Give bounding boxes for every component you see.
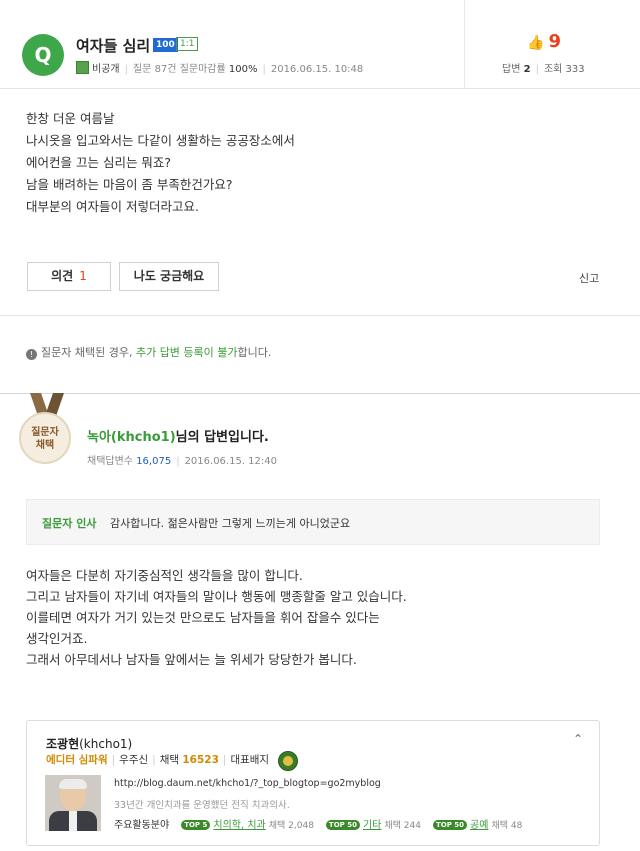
answer-line: 그래서 아무데서나 남자들 앞에서는 늘 위세가 당당한가 봅니다. (26, 652, 357, 667)
profile-fields: 주요활동분야 TOP 5 치의학, 치과 채택 2,048 TOP 50 기타 채택 244… (114, 820, 523, 831)
profile-rank: 우주신 (119, 754, 149, 766)
question-line: 한창 더운 여름날 (26, 111, 115, 126)
header-divider (464, 0, 465, 88)
adopted-count: 16,075 (136, 456, 172, 467)
closing-rate: 100% (228, 64, 258, 75)
level-badge: 100 (153, 38, 178, 52)
collapse-chevron-icon[interactable]: ⌃ (573, 732, 583, 746)
question-line: 남을 배려하는 마음이 좀 부족한건가요? (26, 177, 233, 192)
question-line: 대부분의 여자들이 저렇더라고요. (26, 199, 199, 214)
report-link[interactable]: 신고 (579, 270, 599, 286)
profile-name[interactable]: 조광현(khcho1) (46, 735, 132, 752)
answerer-name[interactable]: 녹아(khcho1) (87, 430, 176, 445)
profile-role: 에디터 심파워 (46, 754, 108, 766)
q-logo-icon: Q (22, 34, 64, 76)
answer-date: 2016.06.15. 12:40 (184, 456, 277, 467)
answer-title: 녹아(khcho1)님의 답변입니다. (87, 430, 269, 445)
top-badge: TOP 50 (432, 820, 468, 830)
views-count: 333 (565, 64, 585, 75)
answer-line: 여자들은 다분히 자기중심적인 생각들을 많이 합니다. (26, 568, 303, 583)
me-too-curious-button[interactable]: 나도 궁금해요 (119, 262, 219, 291)
thanks-label: 질문자 인사 (42, 517, 97, 530)
profile-adopt-count: 16523 (182, 754, 219, 766)
question-body: 한창 더운 여름날 나시옷을 입고와서는 다같이 생활하는 공공장소에서 에어컨… (26, 108, 295, 218)
top-badge: TOP 5 (181, 820, 211, 830)
views-label: 조회 (543, 64, 563, 75)
thumb-up-icon: 👍 (527, 35, 545, 51)
profile-description: 33년간 개인치과를 운영했던 전직 치과의사. (114, 800, 290, 811)
visibility-label: 비공개 (92, 64, 120, 75)
divider (0, 315, 640, 316)
question-line: 에어컨을 끄는 심리는 뭐죠? (26, 155, 172, 170)
question-meta: 비공개 | 질문 87건 질문마감률 100% | 2016.06.15. 10:48 (76, 60, 363, 75)
divider (0, 393, 640, 394)
private-icon (76, 61, 89, 74)
closing-rate-label: 질문마감률 (179, 64, 226, 75)
answer-line: 이를테면 여자가 거기 있는것 만으로도 남자들을 휘어 잡을수 있다는 (26, 610, 380, 625)
question-stats: 답변 2 | 조회 333 (502, 64, 585, 75)
answer-line: 그리고 남자들이 자기네 여자들의 말이나 행동에 맹종할줄 알고 있습니다. (26, 589, 407, 604)
thanks-text: 감사합니다. 젊은사람만 그렇게 느끼는게 아니었군요 (110, 517, 351, 530)
answer-line: 생각인거죠. (26, 631, 88, 646)
question-count: 질문 87건 (132, 64, 177, 75)
field-link[interactable]: 치의학, 치과 (213, 820, 265, 831)
question-title: 여자들 심리 (76, 37, 151, 55)
info-icon: ! (26, 349, 37, 360)
field-link[interactable]: 공예 (470, 820, 488, 831)
one-to-one-badge: 1:1 (176, 37, 199, 51)
opinion-count: 1 (79, 269, 87, 283)
opinion-label: 의견 (51, 269, 74, 283)
question-date: 2016.06.15. 10:48 (270, 64, 364, 75)
answer-meta: 채택답변수 16,075 | 2016.06.15. 12:40 (87, 456, 277, 467)
profile-info: 에디터 심파워 | 우주신 | 채택 16523 | 대표배지 (46, 754, 270, 766)
like-button[interactable]: 👍 9 (527, 31, 561, 52)
profile-blog-link[interactable]: http://blog.daum.net/khcho1/?_top_blogto… (114, 778, 381, 789)
adoption-notice: ! 질문자 채택된 경우, 추가 답변 등록이 불가합니다. (26, 344, 271, 360)
adopted-medal-icon: 질문자 채택 (19, 412, 71, 464)
profile-photo (45, 775, 101, 831)
opinion-button[interactable]: 의견 1 (27, 262, 111, 291)
top-badge: TOP 50 (325, 820, 360, 830)
answers-label: 답변 (502, 64, 521, 75)
question-line: 나시옷을 입고와서는 다같이 생활하는 공공장소에서 (26, 133, 295, 148)
answers-count: 2 (523, 64, 531, 75)
representative-badge-icon[interactable] (278, 751, 298, 771)
like-count: 9 (548, 31, 561, 52)
field-link[interactable]: 기타 (363, 820, 381, 831)
answer-body: 여자들은 다분히 자기중심적인 생각들을 많이 합니다. 그리고 남자들이 자기… (26, 565, 407, 670)
